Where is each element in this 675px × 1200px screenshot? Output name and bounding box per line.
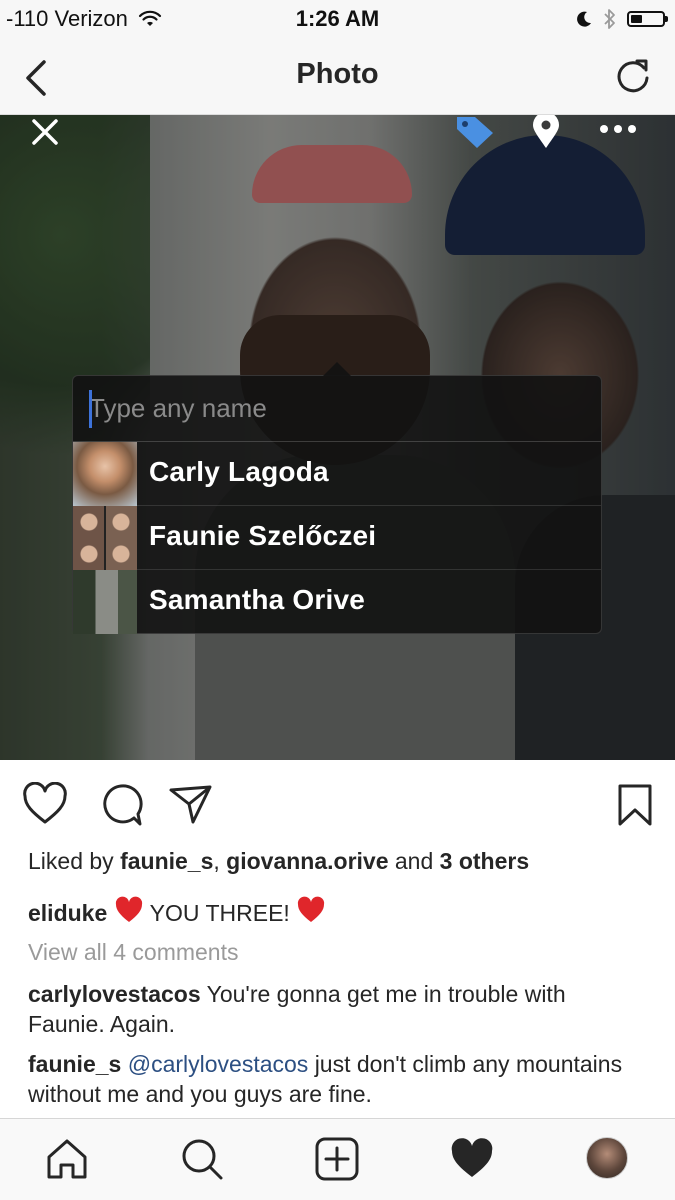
profile-avatar[interactable] bbox=[586, 1137, 628, 1179]
home-icon[interactable] bbox=[45, 1137, 89, 1181]
activity-heart-icon[interactable] bbox=[450, 1137, 494, 1181]
avatar bbox=[73, 442, 137, 506]
text-caret bbox=[89, 390, 92, 428]
red-heart-emoji-icon bbox=[298, 896, 325, 922]
suggestion-samantha-orive[interactable]: Samantha Orive bbox=[73, 570, 601, 634]
location-pin-icon[interactable] bbox=[531, 115, 561, 149]
battery-fill bbox=[631, 15, 642, 23]
tag-icon[interactable] bbox=[455, 115, 495, 149]
likes-separator: , bbox=[213, 848, 220, 874]
nav-bar: Photo bbox=[0, 38, 675, 115]
suggestion-name: Carly Lagoda bbox=[149, 456, 329, 487]
liker-username[interactable]: giovanna.orive bbox=[226, 848, 388, 874]
refresh-icon[interactable] bbox=[613, 56, 653, 96]
comment-username[interactable]: carlylovestacos bbox=[28, 981, 201, 1007]
status-bar: -110 Verizon 1:26 AM bbox=[0, 0, 675, 38]
post-actions bbox=[0, 760, 675, 848]
caption-username[interactable]: eliduke bbox=[28, 900, 107, 926]
caption: eliduke YOU THREE! bbox=[28, 895, 326, 928]
comment: faunie_s @carlylovestacos just don't cli… bbox=[28, 1049, 648, 1109]
page-title: Photo bbox=[296, 58, 379, 90]
suggestion-carly-lagoda[interactable]: Carly Lagoda bbox=[73, 442, 601, 506]
search-icon[interactable] bbox=[180, 1137, 224, 1181]
comment: carlylovestacos You're gonna get me in t… bbox=[28, 979, 648, 1039]
view-all-comments-link[interactable]: View all 4 comments bbox=[28, 937, 239, 967]
comment-icon[interactable] bbox=[98, 782, 144, 828]
likes-line: Liked by faunie_s, giovanna.orive and 3 … bbox=[28, 846, 529, 876]
heart-outline-icon[interactable] bbox=[22, 782, 68, 828]
more-icon[interactable] bbox=[598, 123, 638, 135]
tab-bar bbox=[0, 1118, 675, 1200]
moon-icon bbox=[577, 11, 591, 27]
suggestion-name: Faunie Szelőczei bbox=[149, 520, 377, 551]
tag-name-input[interactable] bbox=[73, 376, 601, 442]
tag-people-popup: Carly Lagoda Faunie Szelőczei Samantha O… bbox=[72, 362, 602, 634]
add-post-icon[interactable] bbox=[315, 1137, 359, 1181]
comment-mention[interactable]: @carlylovestacos bbox=[128, 1051, 309, 1077]
bluetooth-icon bbox=[604, 9, 615, 29]
avatar bbox=[73, 506, 137, 570]
suggestion-name: Samantha Orive bbox=[149, 584, 365, 615]
liker-username[interactable]: faunie_s bbox=[120, 848, 213, 874]
likes-others-link[interactable]: 3 others bbox=[440, 848, 529, 874]
comment-username[interactable]: faunie_s bbox=[28, 1051, 121, 1077]
share-icon[interactable] bbox=[168, 782, 214, 828]
red-heart-emoji-icon bbox=[115, 896, 142, 922]
battery-icon bbox=[627, 11, 668, 27]
avatar bbox=[73, 570, 137, 634]
close-icon[interactable] bbox=[30, 117, 60, 147]
suggestion-faunie-szeloczei[interactable]: Faunie Szelőczei bbox=[73, 506, 601, 570]
caption-text: YOU THREE! bbox=[149, 900, 290, 926]
likes-and: and bbox=[394, 848, 434, 874]
clock: 1:26 AM bbox=[295, 6, 380, 31]
likes-prefix: Liked by bbox=[28, 848, 114, 874]
bookmark-icon[interactable] bbox=[612, 782, 658, 828]
